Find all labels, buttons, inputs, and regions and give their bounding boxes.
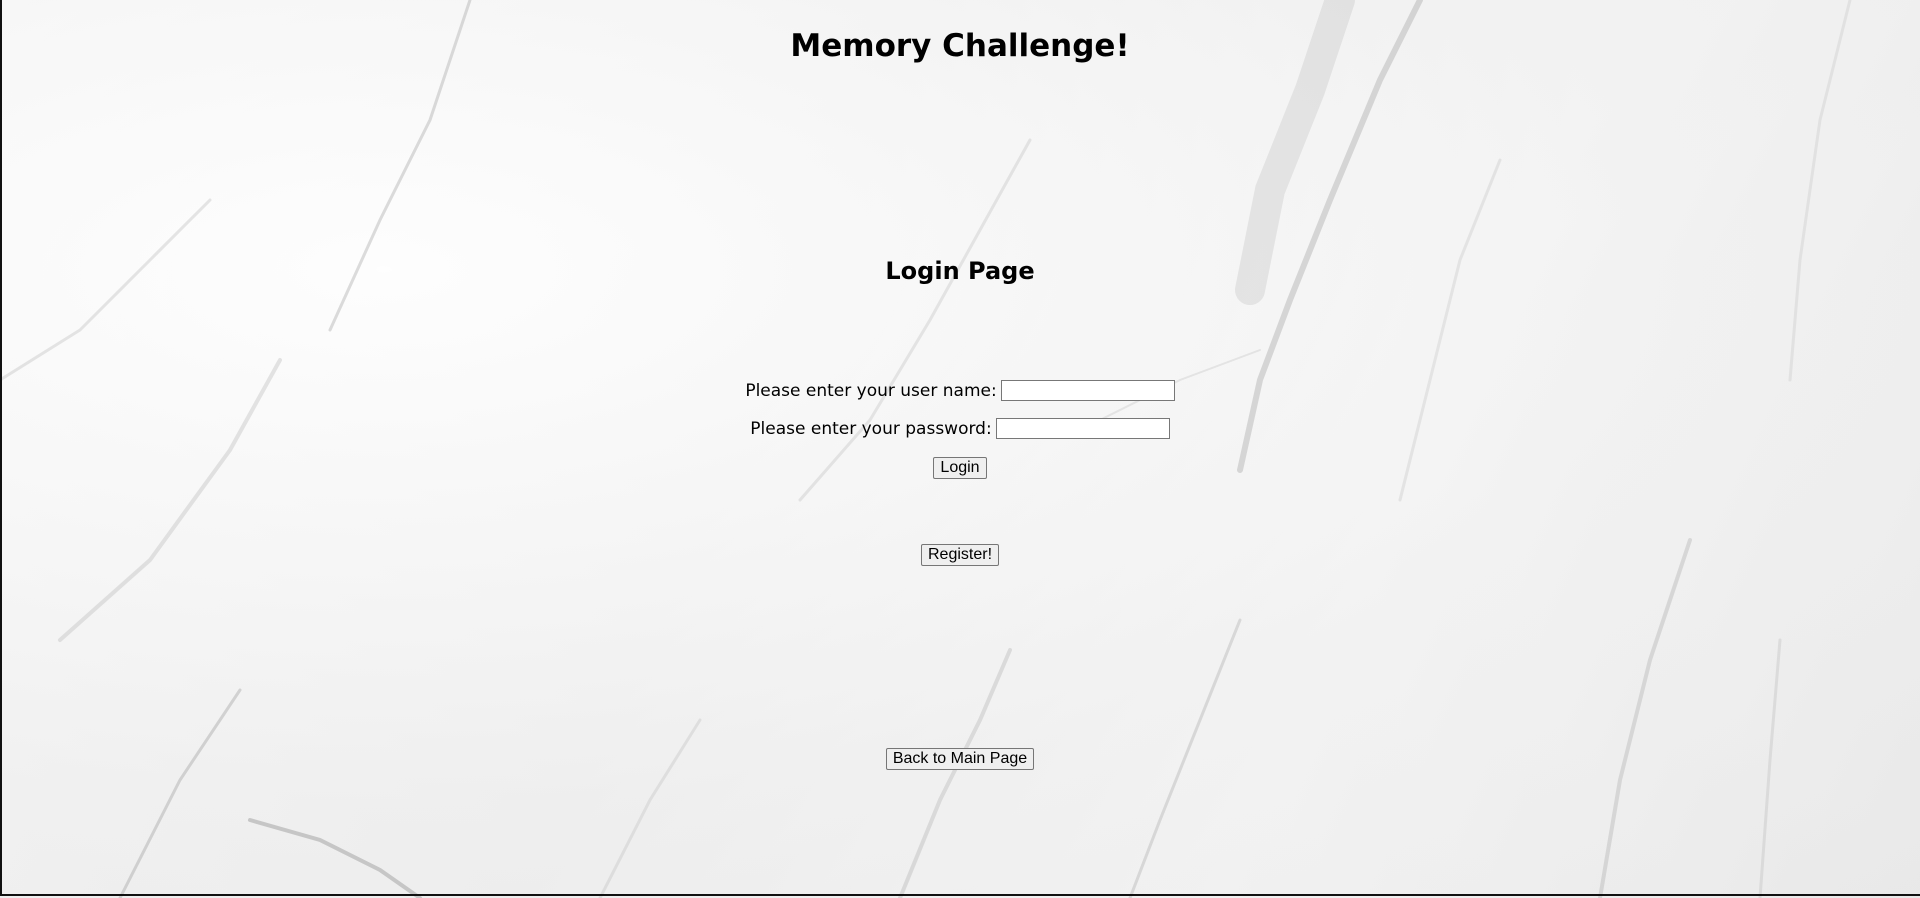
- login-button[interactable]: Login: [933, 457, 987, 479]
- username-input[interactable]: [1000, 380, 1175, 401]
- login-heading: Login Page: [885, 257, 1035, 285]
- username-row: Please enter your user name:: [0, 380, 1920, 401]
- password-row: Please enter your password:: [0, 418, 1920, 439]
- username-label: Please enter your user name:: [745, 380, 997, 401]
- page-title: Memory Challenge!: [790, 28, 1130, 64]
- password-label: Please enter your password:: [750, 418, 992, 439]
- back-button-wrap: Back to Main Page: [0, 748, 1920, 770]
- back-to-main-button[interactable]: Back to Main Page: [885, 748, 1035, 770]
- password-input[interactable]: [995, 418, 1170, 439]
- login-content: Memory Challenge! Login Page Please ente…: [0, 0, 1920, 898]
- page: Memory Challenge! Login Page Please ente…: [0, 0, 1920, 898]
- register-button-wrap: Register!: [0, 544, 1920, 566]
- login-button-wrap: Login: [0, 457, 1920, 479]
- register-button[interactable]: Register!: [920, 544, 1000, 566]
